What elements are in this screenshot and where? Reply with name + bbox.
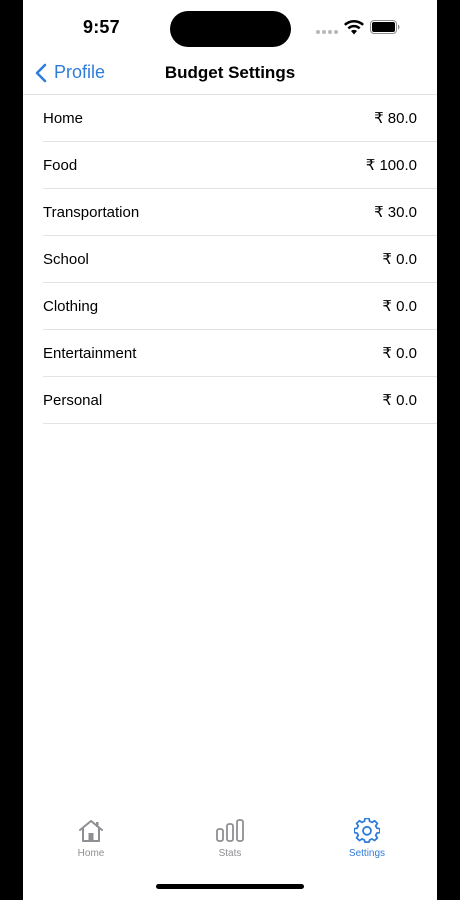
- budget-category-label: Clothing: [43, 297, 99, 315]
- budget-category-label: Personal: [43, 391, 103, 409]
- budget-amount: ₹ 0.0: [382, 345, 417, 362]
- wifi-icon: [344, 20, 364, 35]
- tab-home-label: Home: [77, 848, 105, 859]
- budget-category-label: Transportation: [43, 203, 140, 221]
- cellular-signal-icon: [316, 30, 338, 34]
- budget-category-label: Entertainment: [43, 344, 137, 362]
- budget-row-personal[interactable]: Personal ₹ 0.0: [43, 377, 437, 424]
- budget-category-label: School: [43, 250, 89, 268]
- budget-category-label: Food: [43, 156, 78, 174]
- budget-row-transportation[interactable]: Transportation ₹ 30.0: [43, 189, 437, 236]
- page-title: Budget Settings: [164, 63, 296, 82]
- budget-row-clothing[interactable]: Clothing ₹ 0.0: [43, 283, 437, 330]
- budget-row-entertainment[interactable]: Entertainment ₹ 0.0: [43, 330, 437, 377]
- gear-icon: [354, 818, 380, 844]
- tab-bar: Home Stats Settings: [23, 818, 437, 870]
- house-icon: [79, 820, 103, 842]
- tab-settings-label: Settings: [348, 848, 386, 859]
- budget-category-label: Home: [43, 109, 84, 127]
- dynamic-island: [170, 11, 291, 47]
- budget-list: Home ₹ 80.0 Food ₹ 100.0 Transportation …: [43, 95, 437, 424]
- phone-screen: 9:57 Profile Budget Settings Home ₹ 80.0…: [23, 0, 437, 900]
- home-indicator: [156, 884, 304, 889]
- bar-chart-icon: [216, 819, 244, 842]
- budget-amount: ₹ 100.0: [365, 157, 417, 174]
- tab-settings[interactable]: Settings: [317, 818, 417, 859]
- budget-amount: ₹ 30.0: [374, 204, 417, 221]
- tab-stats-label: Stats: [218, 848, 242, 859]
- budget-row-school[interactable]: School ₹ 0.0: [43, 236, 437, 283]
- battery-icon: [370, 20, 400, 34]
- status-bar: 9:57: [23, 0, 437, 56]
- budget-amount: ₹ 0.0: [382, 251, 417, 268]
- navigation-bar: Profile Budget Settings: [23, 56, 437, 94]
- budget-amount: ₹ 0.0: [382, 392, 417, 409]
- budget-row-food[interactable]: Food ₹ 100.0: [43, 142, 437, 189]
- budget-amount: ₹ 80.0: [374, 110, 417, 127]
- budget-row-home[interactable]: Home ₹ 80.0: [43, 95, 437, 142]
- status-time: 9:57: [83, 17, 120, 37]
- tab-stats[interactable]: Stats: [180, 818, 280, 859]
- budget-amount: ₹ 0.0: [382, 298, 417, 315]
- tab-home[interactable]: Home: [41, 818, 141, 859]
